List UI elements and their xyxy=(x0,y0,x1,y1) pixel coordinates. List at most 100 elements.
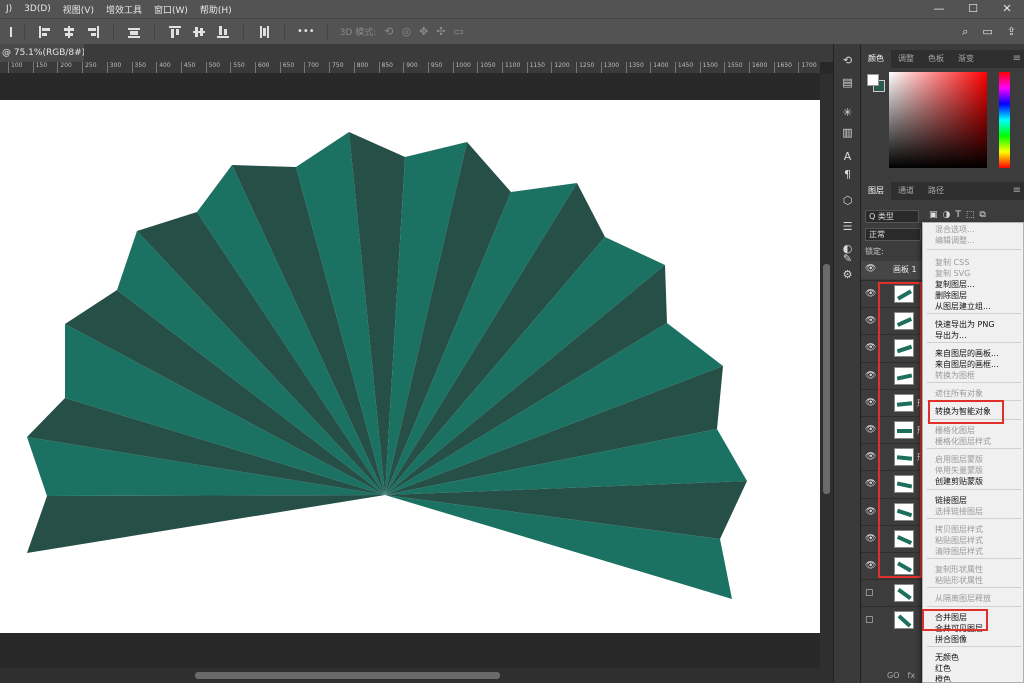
fx-icon[interactable]: fx xyxy=(908,671,916,680)
align-left-icon[interactable] xyxy=(38,25,52,39)
horizontal-ruler[interactable]: 100 150 200 250 300 350 400 450 500 550 600 650 700 7… xyxy=(0,62,820,74)
close-window-button[interactable]: ✕ xyxy=(990,0,1024,18)
context-menu-item[interactable]: 删除图层 xyxy=(935,291,967,301)
artboard-canvas[interactable] xyxy=(0,100,820,633)
context-menu-item: 从隔离图层释放 xyxy=(935,594,991,603)
context-menu-item[interactable]: 来自图层的画板... xyxy=(935,349,999,359)
more-options-button[interactable]: ••• xyxy=(297,26,315,37)
visibility-eye-icon[interactable]: 👁 xyxy=(865,452,876,462)
menu-separator xyxy=(927,342,1021,343)
align-right-icon[interactable] xyxy=(86,25,100,39)
vertical-scroll-thumb[interactable] xyxy=(823,264,830,494)
foreground-color-swatch[interactable] xyxy=(867,74,879,86)
3d-roll-icon[interactable]: ◎ xyxy=(401,25,411,38)
visibility-eye-icon[interactable]: 👁 xyxy=(865,398,876,408)
context-menu-item: 清除图层样式 xyxy=(935,547,983,556)
shape-filter-icon[interactable]: ⬚ xyxy=(966,210,975,220)
link-layers-icon[interactable]: GO xyxy=(887,671,900,680)
distribute-vertical-icon[interactable] xyxy=(257,25,271,39)
histogram-icon[interactable]: ▥ xyxy=(840,126,855,140)
context-menu-item[interactable]: 红色 xyxy=(935,664,951,674)
menu-item-view[interactable]: 视图(V) xyxy=(57,3,100,16)
menu-item-3d-fragment[interactable]: J) xyxy=(0,4,18,14)
minimize-button[interactable]: — xyxy=(922,0,956,18)
align-center-horizontal-icon[interactable] xyxy=(62,25,76,39)
color-picker-field[interactable] xyxy=(889,72,987,168)
hue-slider[interactable] xyxy=(999,72,1010,168)
tab-channels[interactable]: 通道 xyxy=(891,182,921,200)
vertical-scrollbar[interactable] xyxy=(820,74,833,668)
smart-object-filter-icon[interactable]: ⧉ xyxy=(979,210,985,220)
visibility-eye-icon[interactable]: 👁 xyxy=(865,425,876,435)
blend-mode-select[interactable]: 正常 xyxy=(865,228,921,241)
comments-icon[interactable]: ▤ xyxy=(840,76,855,90)
distribute-horizontal-icon[interactable] xyxy=(127,25,141,39)
visibility-eye-icon[interactable]: 👁 xyxy=(865,371,876,381)
menu-item-3d[interactable]: 3D(D) xyxy=(18,4,57,14)
horizontal-scroll-thumb[interactable] xyxy=(195,672,500,679)
context-menu-item[interactable]: 橙色 xyxy=(935,675,951,682)
layer-filter-icons: ▣ ◑ T ⬚ ⧉ xyxy=(929,210,986,220)
paragraph-icon[interactable]: ¶ xyxy=(840,168,855,182)
left-edge-icon[interactable] xyxy=(8,25,14,39)
panel-menu-icon[interactable]: ≡ xyxy=(1013,50,1021,68)
type-filter-icon[interactable]: T xyxy=(955,210,961,220)
brush-settings-icon[interactable]: ⚙ xyxy=(840,268,855,282)
image-filter-icon[interactable]: ▣ xyxy=(929,210,938,220)
context-menu-item[interactable]: 链接图层 xyxy=(935,496,967,506)
context-menu-item[interactable]: 从图层建立组... xyxy=(935,302,991,312)
menu-item-plugins[interactable]: 增效工具 xyxy=(100,3,148,16)
horizontal-scrollbar[interactable] xyxy=(0,668,833,683)
workspace-icon[interactable]: ▭ xyxy=(982,25,992,39)
panel-menu-icon[interactable]: ≡ xyxy=(1013,182,1021,200)
visibility-empty-icon[interactable]: ▢ xyxy=(865,588,874,598)
search-icon[interactable]: ⌕ xyxy=(962,25,968,39)
3d-pan-icon[interactable]: ✥ xyxy=(419,25,428,38)
artboard-layer-row[interactable]: 👁 画板 1 xyxy=(861,261,923,279)
properties-icon[interactable]: ☰ xyxy=(840,220,855,234)
tab-color[interactable]: 颜色 xyxy=(861,50,891,68)
align-bottom-icon[interactable] xyxy=(216,25,230,39)
visibility-eye-icon[interactable]: 👁 xyxy=(865,316,876,326)
context-menu-item[interactable]: 来自图层的画框... xyxy=(935,360,999,370)
tab-layers[interactable]: 图层 xyxy=(861,182,891,200)
tab-gradients[interactable]: 渐变 xyxy=(951,50,981,68)
light-icon[interactable]: ✳ xyxy=(840,106,855,120)
tab-paths[interactable]: 路径 xyxy=(921,182,951,200)
context-menu-item[interactable]: 导出为... xyxy=(935,331,967,341)
history-icon[interactable]: ⟲ xyxy=(840,54,855,68)
tab-adjustments[interactable]: 调整 xyxy=(891,50,921,68)
context-menu-item[interactable]: 快速导出为 PNG xyxy=(935,320,995,330)
layer-row[interactable]: ▢ xyxy=(861,579,923,606)
context-menu-item[interactable]: 拼合图像 xyxy=(935,635,967,645)
align-middle-vertical-icon[interactable] xyxy=(192,25,206,39)
visibility-eye-icon[interactable]: 👁 xyxy=(865,479,876,489)
context-menu-item[interactable]: 复制图层... xyxy=(935,280,975,290)
3d-slide-icon[interactable]: ✣ xyxy=(436,25,445,38)
adjustment-filter-icon[interactable]: ◑ xyxy=(943,210,951,220)
character-icon[interactable]: A xyxy=(840,150,855,164)
context-menu-item[interactable]: 创建剪贴蒙版 xyxy=(935,477,983,487)
menu-item-window[interactable]: 窗口(W) xyxy=(148,3,194,16)
visibility-eye-icon[interactable]: 👁 xyxy=(865,343,876,353)
3d-orbit-icon[interactable]: ⟲ xyxy=(384,25,393,38)
maximize-button[interactable]: ☐ xyxy=(956,0,990,18)
visibility-empty-icon[interactable]: ▢ xyxy=(865,615,874,625)
document-tab[interactable]: @ 75.1%(RGB/8#) *× xyxy=(0,44,84,62)
visibility-eye-icon[interactable]: 👁 xyxy=(865,534,876,544)
visibility-eye-icon[interactable]: 👁 xyxy=(865,264,876,274)
visibility-eye-icon[interactable]: 👁 xyxy=(865,507,876,517)
3d-object-icon[interactable]: ⬡ xyxy=(840,194,855,208)
context-menu-item[interactable]: 无颜色 xyxy=(935,653,959,663)
brush-icon[interactable]: ✎ xyxy=(840,252,855,266)
menu-item-help[interactable]: 帮助(H) xyxy=(194,3,238,16)
share-icon[interactable]: ⇪ xyxy=(1007,25,1016,39)
layer-row[interactable]: ▢ xyxy=(861,606,923,633)
3d-camera-icon[interactable]: ▭ xyxy=(454,25,464,38)
tab-swatches[interactable]: 色板 xyxy=(921,50,951,68)
visibility-eye-icon[interactable]: 👁 xyxy=(865,561,876,571)
canvas-work-area[interactable] xyxy=(0,74,820,668)
visibility-eye-icon[interactable]: 👁 xyxy=(865,289,876,299)
align-top-icon[interactable] xyxy=(168,25,182,39)
layer-filter-select[interactable]: Q 类型 xyxy=(865,210,919,223)
